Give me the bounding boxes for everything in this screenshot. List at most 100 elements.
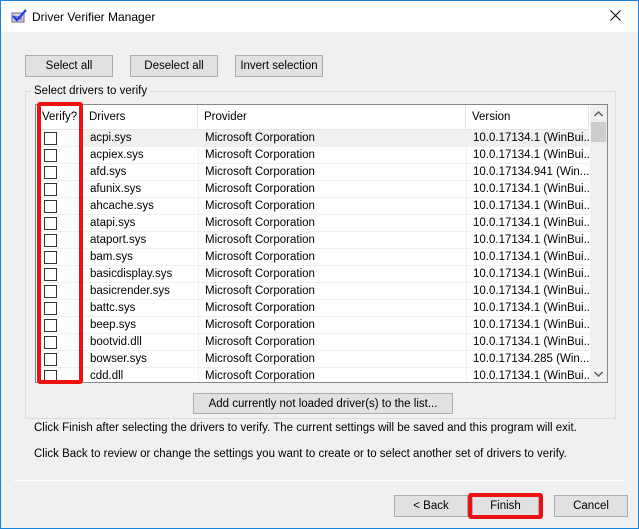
driver-name: basicrender.sys xyxy=(90,285,170,297)
table-row[interactable]: bowser.sys Microsoft Corporation 10.0.1713… xyxy=(36,351,589,368)
table-row[interactable]: basicrender.sys Microsoft Corporation 10.0… xyxy=(36,283,589,300)
driver-provider: Microsoft Corporation xyxy=(198,215,466,231)
driver-provider: Microsoft Corporation xyxy=(198,266,466,282)
scroll-thumb[interactable] xyxy=(591,122,606,142)
add-unloaded-drivers-button[interactable]: Add currently not loaded driver(s) to th… xyxy=(193,393,453,414)
verify-checkbox[interactable] xyxy=(44,302,57,315)
driver-name: basicdisplay.sys xyxy=(90,268,173,280)
verify-cell xyxy=(36,317,83,333)
column-header-verify[interactable]: Verify? xyxy=(36,105,83,130)
driver-name: acpiex.sys xyxy=(90,149,144,161)
column-header-drivers[interactable]: Drivers xyxy=(83,105,198,130)
table-row[interactable]: acpi.sys Microsoft Corporation 10.0.17134.… xyxy=(36,130,589,147)
driver-provider: Microsoft Corporation xyxy=(198,232,466,248)
verify-cell xyxy=(36,130,83,146)
verify-cell xyxy=(36,232,83,248)
select-all-button[interactable]: Select all xyxy=(25,55,113,77)
column-header-provider[interactable]: Provider xyxy=(198,105,466,130)
table-row[interactable]: afd.sys Microsoft Corporation 10.0.17134.9… xyxy=(36,164,589,181)
verify-checkbox[interactable] xyxy=(44,370,57,382)
driver-version: 10.0.17134.1 (WinBui... xyxy=(466,368,589,382)
driver-verifier-window: Driver Verifier Manager Select all Desel… xyxy=(0,0,639,529)
chevron-down-icon xyxy=(593,368,604,380)
driver-name: bowser.sys xyxy=(90,353,147,365)
table-row[interactable]: acpiex.sys Microsoft Corporation 10.0.1713… xyxy=(36,147,589,164)
close-button[interactable] xyxy=(592,1,638,32)
driver-name: atapi.sys xyxy=(90,217,136,229)
verify-checkbox[interactable] xyxy=(44,132,57,145)
driver-name: ahcache.sys xyxy=(90,200,154,212)
deselect-all-button[interactable]: Deselect all xyxy=(130,55,218,77)
driver-provider: Microsoft Corporation xyxy=(198,368,466,382)
cancel-button[interactable]: Cancel xyxy=(554,495,628,517)
driver-provider: Microsoft Corporation xyxy=(198,249,466,265)
verify-cell xyxy=(36,147,83,163)
verify-cell xyxy=(36,249,83,265)
table-row[interactable]: atapi.sys Microsoft Corporation 10.0.17134… xyxy=(36,215,589,232)
driver-version: 10.0.17134.1 (WinBui... xyxy=(466,334,589,350)
scroll-up-button[interactable] xyxy=(590,105,607,122)
driver-provider: Microsoft Corporation xyxy=(198,130,466,146)
driver-version: 10.0.17134.1 (WinBui... xyxy=(466,266,589,282)
driver-name: battc.sys xyxy=(90,302,136,314)
verify-cell xyxy=(36,368,83,382)
table-row[interactable]: ataport.sys Microsoft Corporation 10.0.171… xyxy=(36,232,589,249)
back-instructions: Click Back to review or change the setti… xyxy=(34,448,567,460)
verify-checkbox[interactable] xyxy=(44,268,57,281)
verify-checkbox[interactable] xyxy=(44,319,57,332)
chevron-up-icon xyxy=(593,108,604,120)
back-button[interactable]: < Back xyxy=(394,495,468,517)
scroll-down-button[interactable] xyxy=(590,365,607,382)
driver-version: 10.0.17134.1 (WinBui... xyxy=(466,232,589,248)
verify-cell xyxy=(36,215,83,231)
column-header-version[interactable]: Version xyxy=(466,105,589,130)
verify-cell xyxy=(36,164,83,180)
verify-cell xyxy=(36,351,83,367)
verify-checkbox[interactable] xyxy=(44,353,57,366)
driver-version: 10.0.17134.1 (WinBui... xyxy=(466,317,589,333)
list-header: Verify? Drivers Provider Version xyxy=(36,105,589,130)
driver-version: 10.0.17134.1 (WinBui... xyxy=(466,249,589,265)
vertical-scrollbar[interactable] xyxy=(590,105,607,382)
verify-checkbox[interactable] xyxy=(44,336,57,349)
verify-checkbox[interactable] xyxy=(44,149,57,162)
table-row[interactable]: basicdisplay.sys Microsoft Corporation 10.… xyxy=(36,266,589,283)
close-icon xyxy=(609,9,621,24)
table-row[interactable]: beep.sys Microsoft Corporation 10.0.17134.… xyxy=(36,317,589,334)
table-row[interactable]: battc.sys Microsoft Corporation 10.0.17134… xyxy=(36,300,589,317)
driver-version: 10.0.17134.1 (WinBui... xyxy=(466,130,589,146)
driver-provider: Microsoft Corporation xyxy=(198,300,466,316)
verify-checkbox[interactable] xyxy=(44,183,57,196)
driver-name: beep.sys xyxy=(90,319,137,331)
footer-separator xyxy=(14,480,624,481)
verify-checkbox[interactable] xyxy=(44,234,57,247)
driver-name: bam.sys xyxy=(90,251,133,263)
table-row[interactable]: afunix.sys Microsoft Corporation 10.0.1713… xyxy=(36,181,589,198)
verify-cell xyxy=(36,300,83,316)
finish-button[interactable]: Finish xyxy=(472,495,539,517)
driver-provider: Microsoft Corporation xyxy=(198,334,466,350)
verify-cell xyxy=(36,334,83,350)
invert-selection-button[interactable]: Invert selection xyxy=(235,55,323,77)
verify-checkbox[interactable] xyxy=(44,217,57,230)
verify-checkbox[interactable] xyxy=(44,166,57,179)
table-row[interactable]: cdd.dll Microsoft Corporation 10.0.17134.1… xyxy=(36,368,589,382)
verify-cell xyxy=(36,266,83,282)
driver-provider: Microsoft Corporation xyxy=(198,147,466,163)
driver-version: 10.0.17134.1 (WinBui... xyxy=(466,198,589,214)
table-row[interactable]: ahcache.sys Microsoft Corporation 10.0.171… xyxy=(36,198,589,215)
window-title: Driver Verifier Manager xyxy=(32,10,156,24)
table-row[interactable]: bootvid.dll Microsoft Corporation 10.0.171… xyxy=(36,334,589,351)
finish-instructions: Click Finish after selecting the drivers… xyxy=(34,422,577,434)
table-row[interactable]: bam.sys Microsoft Corporation 10.0.17134.1… xyxy=(36,249,589,266)
driver-name: cdd.dll xyxy=(90,370,124,382)
driver-name: ataport.sys xyxy=(90,234,147,246)
verify-checkbox[interactable] xyxy=(44,285,57,298)
verify-cell xyxy=(36,181,83,197)
drivers-list[interactable]: Verify? Drivers Provider Version acpi.sy… xyxy=(35,104,608,383)
verify-checkbox[interactable] xyxy=(44,251,57,264)
driver-version: 10.0.17134.285 (Win... xyxy=(466,351,589,367)
driver-version: 10.0.17134.941 (Win... xyxy=(466,164,589,180)
verify-checkbox[interactable] xyxy=(44,200,57,213)
driver-version: 10.0.17134.1 (WinBui... xyxy=(466,283,589,299)
